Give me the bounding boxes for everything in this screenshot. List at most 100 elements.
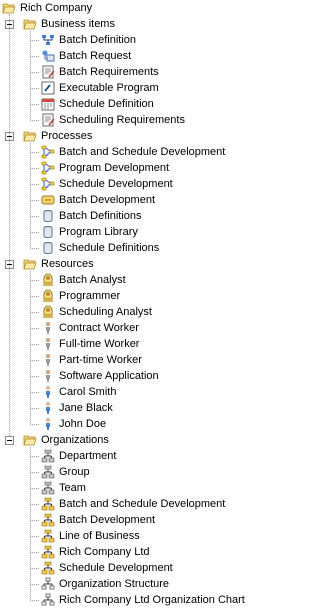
tree-node-label: Part-time Worker <box>59 354 142 366</box>
tree-node-label: Resources <box>41 258 94 270</box>
tree-node-label: Program Library <box>59 226 138 238</box>
tree-connector <box>30 56 39 57</box>
navigation-tree[interactable]: Rich Company Business items Batch Definiti… <box>0 0 245 609</box>
role-icon <box>41 289 55 303</box>
tree-connector <box>30 504 39 505</box>
tree-node-label: Batch Request <box>59 50 132 62</box>
tree-node-label: Batch and Schedule Development <box>59 498 226 510</box>
tree-connector <box>30 424 39 425</box>
org-chart-icon <box>41 577 55 591</box>
tree-node-label: Scheduling Requirements <box>59 114 185 126</box>
tree-node-label: Programmer <box>59 290 121 302</box>
tree-connector <box>30 143 31 248</box>
org-unit-yellow-icon <box>41 529 55 543</box>
repository-cylinder-icon <box>41 225 55 239</box>
tree-node-label: Carol Smith <box>59 386 117 398</box>
tree-connector <box>30 344 39 345</box>
tree-connector <box>9 14 10 436</box>
folder-open-icon <box>2 1 16 15</box>
tree-connector <box>30 120 39 121</box>
repository-cylinder-icon <box>41 241 55 255</box>
tree-connector <box>30 447 31 600</box>
process-flow-icon <box>41 145 55 159</box>
org-unit-yellow-icon <box>41 545 55 559</box>
tree-node-label: Rich Company Ltd <box>59 546 150 558</box>
tree-connector <box>30 600 39 601</box>
schedule-calendar-icon <box>41 97 55 111</box>
folder-open-icon <box>23 433 37 447</box>
org-unit-icon <box>41 465 55 479</box>
person-blue-icon <box>41 401 55 415</box>
tree-node-label: Schedule Definitions <box>59 242 160 254</box>
tree-root[interactable]: Rich Company <box>0 0 243 16</box>
tree-node-label: Full-time Worker <box>59 338 140 350</box>
tree-connector <box>30 360 39 361</box>
tree-connector <box>30 184 39 185</box>
tree-connector <box>30 248 39 249</box>
org-unit-icon <box>41 449 55 463</box>
tree-connector <box>30 200 39 201</box>
batch-request-icon <box>41 49 55 63</box>
tree-node-label: Organizations <box>41 434 109 446</box>
tree-connector <box>30 488 39 489</box>
tree-node-label: Batch Definition <box>59 34 137 46</box>
tree-connector <box>30 88 39 89</box>
tree-node-label: Batch and Schedule Development <box>59 146 226 158</box>
tree-connector <box>30 472 39 473</box>
role-icon <box>41 305 55 319</box>
person-gray-icon <box>41 321 55 335</box>
tree-node-label: Business items <box>41 18 115 30</box>
person-blue-icon <box>41 417 55 431</box>
tree-connector <box>30 232 39 233</box>
tree-node-label: Executable Program <box>59 82 159 94</box>
tree-group-resources[interactable]: Resources <box>0 256 243 272</box>
tree-node-label: Schedule Development <box>59 178 173 190</box>
tree-node-label: Group <box>59 466 90 478</box>
tree-node-label: Rich Company <box>20 2 93 14</box>
tree-node-label: Team <box>59 482 86 494</box>
tree-connector <box>30 568 39 569</box>
requirements-doc-icon <box>41 65 55 79</box>
tree-connector <box>30 152 39 153</box>
repository-cylinder-icon <box>41 209 55 223</box>
tree-connector <box>30 376 39 377</box>
tree-connector <box>30 72 39 73</box>
process-flow-icon <box>41 177 55 191</box>
role-icon <box>41 273 55 287</box>
tree-node-label: Scheduling Analyst <box>59 306 152 318</box>
tree-connector <box>30 168 39 169</box>
tree-connector <box>30 271 31 424</box>
tree-connector <box>30 408 39 409</box>
tree-node-label: John Doe <box>59 418 107 430</box>
tree-node-label: Processes <box>41 130 93 142</box>
person-gray-icon <box>41 337 55 351</box>
tree-node-label: Rich Company Ltd Organization Chart <box>59 594 245 606</box>
tree-group-organizations[interactable]: Organizations <box>0 432 243 448</box>
tree-node-label: Batch Definitions <box>59 210 142 222</box>
tree-connector <box>30 312 39 313</box>
tree-node-label: Batch Analyst <box>59 274 126 286</box>
tree-connector <box>30 536 39 537</box>
folder-open-icon <box>23 17 37 31</box>
tree-node-label: Batch Requirements <box>59 66 159 78</box>
org-unit-yellow-icon <box>41 497 55 511</box>
tree-group-processes[interactable]: Processes <box>0 128 243 144</box>
tree-connector <box>30 31 31 120</box>
org-unit-yellow-icon <box>41 513 55 527</box>
tree-connector <box>30 392 39 393</box>
tree-node-label: Jane Black <box>59 402 113 414</box>
tree-group-business-items[interactable]: Business items <box>0 16 243 32</box>
tree-node-label: Software Application <box>59 370 159 382</box>
person-gray-icon <box>41 353 55 367</box>
tree-connector <box>30 104 39 105</box>
collapse-toggle[interactable] <box>5 436 14 445</box>
batch-definition-icon <box>41 33 55 47</box>
org-chart-icon <box>41 593 55 607</box>
tree-node-label: Batch Development <box>59 194 155 206</box>
tree-connector <box>30 328 39 329</box>
tree-connector <box>30 296 39 297</box>
folder-open-icon <box>23 129 37 143</box>
tree-node-label: Department <box>59 450 117 462</box>
tree-node-label: Line of Business <box>59 530 140 542</box>
executable-program-icon <box>41 81 55 95</box>
